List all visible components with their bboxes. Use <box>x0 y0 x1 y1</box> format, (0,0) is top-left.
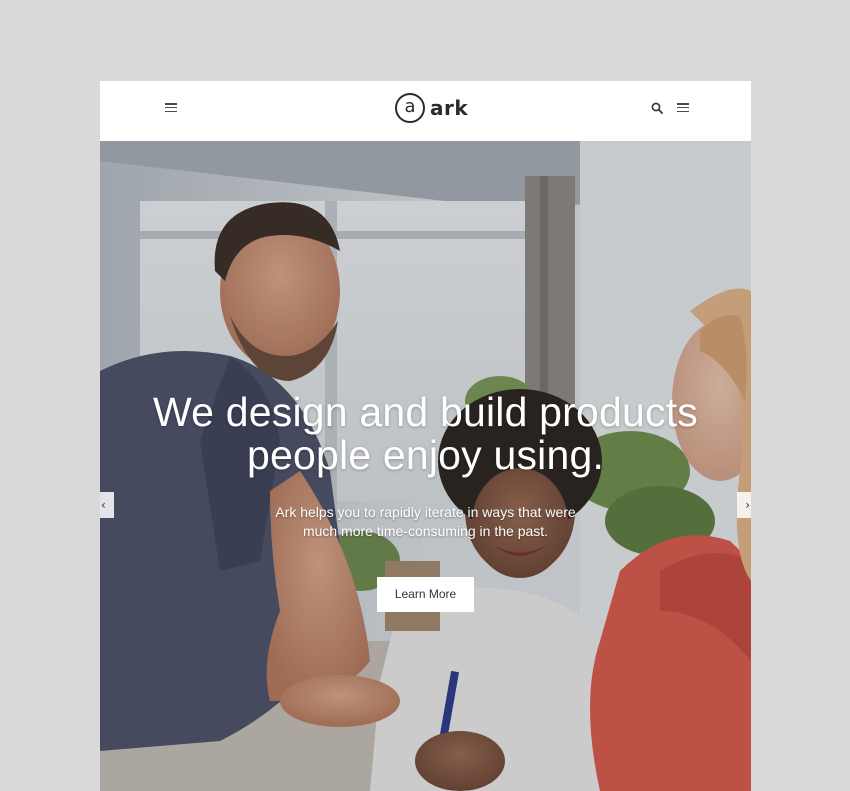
hero-subtext: Ark helps you to rapidly iterate in ways… <box>100 503 751 541</box>
hero-headline: We design and build products people enjo… <box>100 391 751 477</box>
headline-line-2: people enjoy using. <box>246 432 605 478</box>
hero-slider: We design and build products people enjo… <box>100 141 751 791</box>
search-icon[interactable] <box>651 102 663 114</box>
hamburger-icon[interactable] <box>677 103 689 112</box>
hamburger-icon[interactable] <box>165 103 177 112</box>
subtext-line-2: much more time-consuming in the past. <box>302 523 549 539</box>
learn-more-button[interactable]: Learn More <box>377 577 474 612</box>
chevron-left-icon[interactable]: ‹ <box>100 492 114 518</box>
site-logo[interactable]: a ark <box>395 92 468 124</box>
page-frame: a ark We design and build products peopl… <box>100 81 751 791</box>
site-header: a ark <box>100 81 751 141</box>
subtext-line-1: Ark helps you to rapidly iterate in ways… <box>275 504 576 520</box>
headline-line-1: We design and build products <box>152 389 699 435</box>
logo-text: ark <box>430 96 469 120</box>
chevron-right-icon[interactable]: › <box>737 492 751 518</box>
logo-mark: a <box>395 93 425 123</box>
